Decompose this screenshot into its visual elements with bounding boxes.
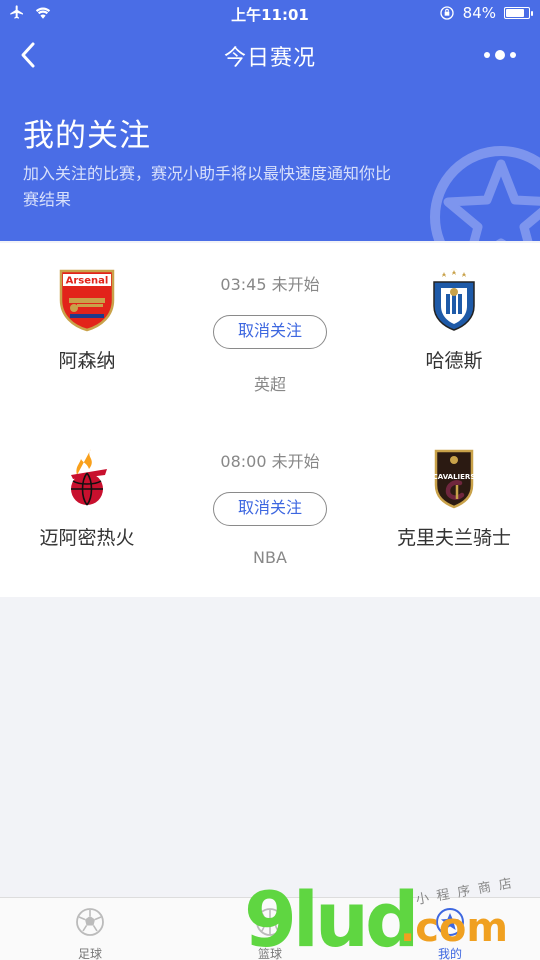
match-time: 03:45 未开始: [220, 275, 320, 294]
team-name: 克里夫兰骑士: [396, 527, 511, 549]
nav-bar: 今日赛况: [0, 28, 540, 84]
svg-text:CAVALIERS: CAVALIERS: [433, 473, 476, 481]
team-name: 迈阿密热火: [39, 527, 135, 549]
arsenal-crest: Arsenal: [59, 269, 115, 332]
basketball-icon: [256, 908, 284, 936]
tab-basketball[interactable]: 篮球: [180, 898, 360, 960]
football-icon: [76, 908, 104, 936]
tab-label: 篮球: [257, 947, 282, 960]
unfollow-button[interactable]: 取消关注: [213, 492, 327, 526]
league-name: 英超: [253, 375, 286, 394]
match-time: 08:00 未开始: [220, 452, 320, 471]
tab-label: 足球: [77, 947, 102, 960]
unfollow-button[interactable]: 取消关注: [213, 315, 327, 349]
team-name: 阿森纳: [58, 350, 116, 372]
team-name: 哈德斯: [425, 350, 483, 372]
match-card: Arsenal 阿森纳 03:45 未开始 取消关注 英超 哈德斯: [0, 243, 540, 420]
cleveland-cavaliers-logo: CAVALIERS: [433, 449, 476, 509]
home-team[interactable]: Arsenal 阿森纳: [22, 268, 152, 373]
huddersfield-crest: [433, 270, 475, 331]
star-badge-icon: [436, 908, 464, 936]
star-icon: [430, 146, 540, 241]
section-title: 我的关注: [23, 118, 151, 154]
rotation-lock-icon: [439, 6, 454, 20]
league-name: NBA: [253, 548, 287, 567]
status-bar: 上午11:01 84%: [0, 0, 540, 28]
away-team[interactable]: 哈德斯: [389, 268, 519, 373]
tab-label: 我的: [437, 947, 462, 960]
page-title: 今日赛况: [223, 46, 316, 71]
tab-mine[interactable]: 我的: [360, 898, 540, 960]
match-card: 迈阿密热火 08:00 未开始 取消关注 NBA CAVALIERS 克里夫兰骑…: [0, 420, 540, 597]
match-info: 08:00 未开始 取消关注 NBA: [170, 448, 370, 567]
miami-heat-logo: [71, 449, 107, 506]
battery-percent: 84%: [462, 4, 496, 22]
svg-text:Arsenal: Arsenal: [66, 276, 109, 287]
tab-football[interactable]: 足球: [0, 898, 180, 960]
bottom-tab-bar: 足球 篮球 我的: [0, 897, 540, 960]
battery-icon: [504, 7, 533, 19]
home-team[interactable]: 迈阿密热火: [22, 445, 152, 550]
more-dots-icon[interactable]: [484, 45, 520, 65]
away-team[interactable]: CAVALIERS 克里夫兰骑士: [389, 445, 519, 550]
section-description: 加入关注的比赛，赛况小助手将以最快速度通知你比赛结果: [23, 164, 392, 209]
header-area: 上午11:01 84% 今日赛况 我的关注 加入关注的比赛，赛况小助手将以最快速…: [0, 0, 540, 241]
match-info: 03:45 未开始 取消关注 英超: [170, 271, 370, 395]
